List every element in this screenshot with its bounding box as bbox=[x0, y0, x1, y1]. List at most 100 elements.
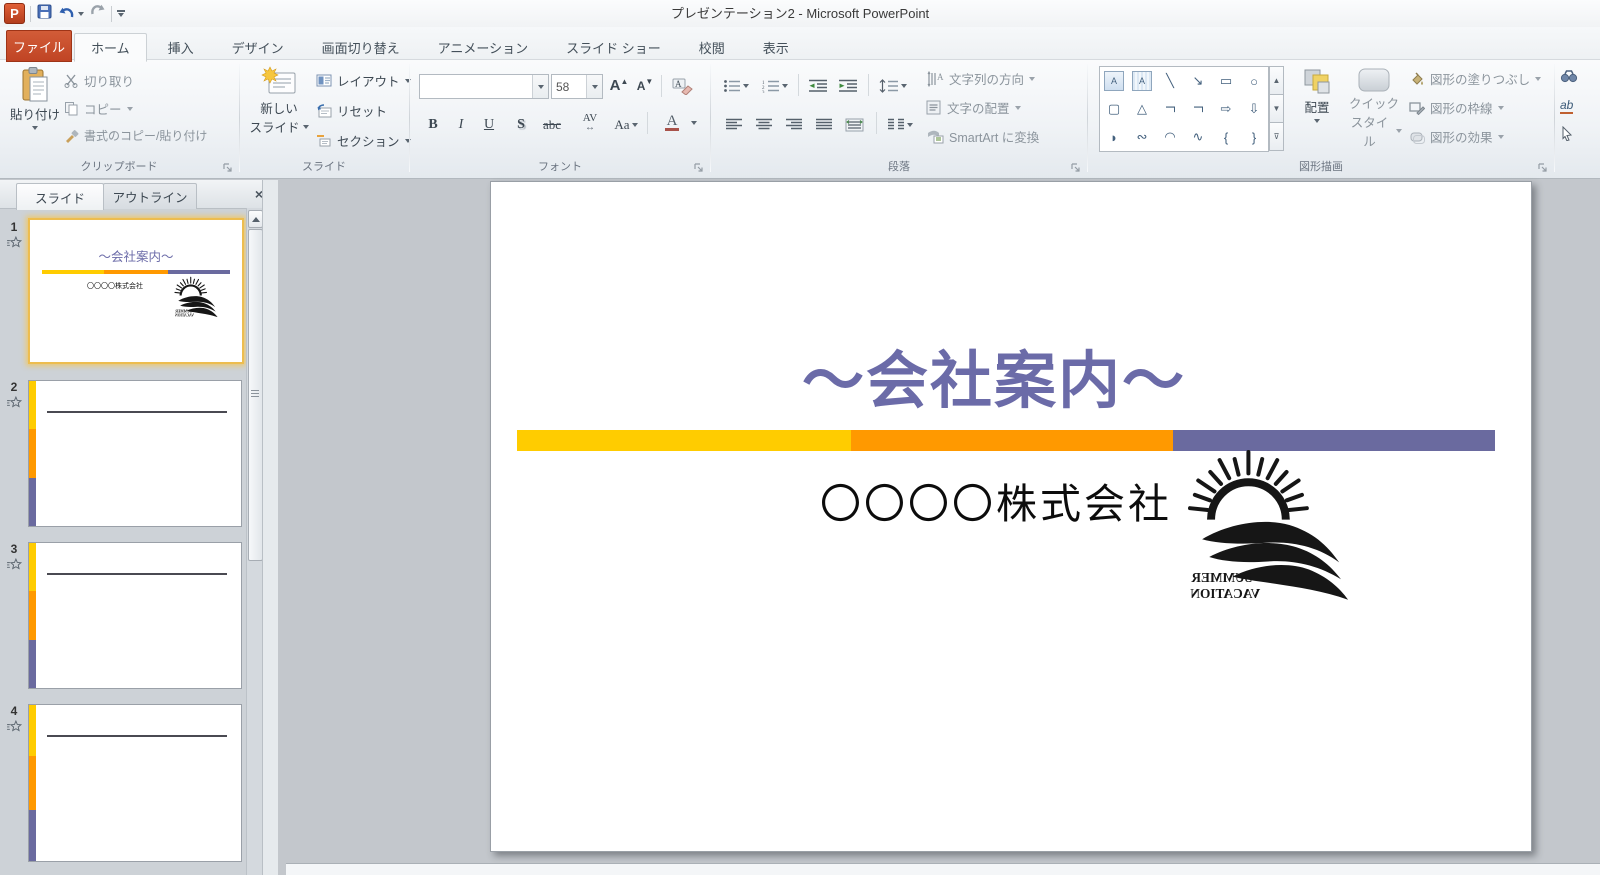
shape-effects-button[interactable]: 図形の効果 bbox=[1409, 127, 1504, 146]
dialog-launcher-icon[interactable] bbox=[1537, 161, 1549, 173]
paste-button[interactable]: 貼り付け bbox=[8, 65, 62, 157]
shape-elbow-connector[interactable]: L bbox=[1156, 95, 1184, 123]
replace-button[interactable]: ab bbox=[1560, 98, 1573, 114]
shape-arrow[interactable]: ↘ bbox=[1184, 67, 1212, 95]
new-slide-button[interactable]: 新しい スライド bbox=[248, 65, 310, 159]
arrange-button[interactable]: 配置 bbox=[1291, 66, 1343, 156]
panel-tab-slides[interactable]: スライド bbox=[16, 183, 104, 210]
copy-button[interactable]: コピー bbox=[64, 99, 133, 118]
shapes-gallery-scrollbar[interactable]: ▲ ▼ ⊽ bbox=[1269, 66, 1284, 150]
convert-smartart-button[interactable]: SmartArt に変換 bbox=[926, 127, 1039, 146]
font-color-button[interactable]: A bbox=[657, 110, 687, 135]
powerpoint-app-icon[interactable]: P bbox=[4, 3, 25, 24]
align-left-button[interactable] bbox=[720, 112, 748, 137]
justify-button[interactable] bbox=[810, 112, 838, 137]
shape-freeform[interactable]: ◗ bbox=[1100, 123, 1128, 151]
svg-text:A: A bbox=[675, 79, 682, 89]
save-icon[interactable] bbox=[36, 3, 53, 25]
dialog-launcher-icon[interactable] bbox=[222, 161, 234, 173]
select-button[interactable] bbox=[1560, 126, 1574, 141]
shape-line[interactable]: ╲ bbox=[1156, 67, 1184, 95]
tab-insert[interactable]: 挿入 bbox=[151, 33, 211, 62]
decrease-indent-button[interactable] bbox=[804, 73, 832, 98]
tab-review[interactable]: 校閲 bbox=[682, 33, 742, 62]
company-logo[interactable] bbox=[1179, 448, 1357, 602]
shape-curve[interactable]: ∿ bbox=[1184, 123, 1212, 151]
scroll-up-icon[interactable] bbox=[248, 210, 263, 228]
format-painter-button[interactable]: 書式のコピー/貼り付け bbox=[64, 127, 207, 144]
bold-button[interactable]: B bbox=[421, 112, 445, 137]
shape-scribble[interactable]: ∾ bbox=[1128, 123, 1156, 151]
tab-design[interactable]: デザイン bbox=[215, 33, 301, 62]
undo-icon[interactable] bbox=[58, 6, 84, 22]
font-size-combobox[interactable]: 58 bbox=[551, 74, 603, 99]
layout-button[interactable]: レイアウト bbox=[316, 71, 411, 90]
shape-elbow-arrow-connector[interactable]: L bbox=[1184, 95, 1212, 123]
change-case-button[interactable]: Aa bbox=[611, 112, 641, 137]
slide-thumbnail-2[interactable] bbox=[28, 380, 242, 527]
notes-pane[interactable] bbox=[286, 863, 1600, 875]
slide-title[interactable]: ～会社案内～ bbox=[491, 330, 1497, 420]
distribute-button[interactable] bbox=[840, 112, 870, 137]
tab-view[interactable]: 表示 bbox=[746, 33, 806, 62]
align-text-button[interactable]: 文字の配置 bbox=[926, 98, 1021, 117]
text-shadow-button[interactable]: S bbox=[509, 112, 533, 137]
tab-file[interactable]: ファイル bbox=[6, 30, 72, 62]
shape-triangle[interactable]: △ bbox=[1128, 95, 1156, 123]
text-direction-button[interactable]: A 文字列の方向 bbox=[926, 69, 1035, 88]
tab-slideshow[interactable]: スライド ショー bbox=[549, 33, 678, 62]
tab-animations[interactable]: アニメーション bbox=[421, 33, 545, 62]
gallery-down-icon[interactable]: ▼ bbox=[1269, 94, 1284, 123]
italic-button[interactable]: I bbox=[449, 112, 473, 137]
align-right-button[interactable] bbox=[780, 112, 808, 137]
shape-down-arrow[interactable]: ⇩ bbox=[1240, 95, 1268, 123]
decrease-indent-icon bbox=[808, 79, 828, 93]
strikethrough-button[interactable]: abc bbox=[537, 112, 567, 137]
tab-transitions[interactable]: 画面切り替え bbox=[305, 33, 417, 62]
line-spacing-button[interactable] bbox=[874, 73, 912, 98]
shape-text-box[interactable]: A bbox=[1104, 71, 1124, 91]
thumbnails-scrollbar[interactable] bbox=[246, 208, 263, 875]
shape-right-arrow[interactable]: ⇨ bbox=[1212, 95, 1240, 123]
shape-right-brace[interactable]: } bbox=[1240, 123, 1268, 151]
slide-thumbnail-1[interactable]: ～会社案内～ 〇〇〇〇株式会社 bbox=[28, 218, 244, 364]
cut-button[interactable]: 切り取り bbox=[64, 71, 134, 90]
chevron-down-icon[interactable] bbox=[78, 12, 84, 16]
customize-qat-icon[interactable] bbox=[117, 10, 125, 17]
increase-indent-button[interactable] bbox=[834, 73, 862, 98]
underline-button[interactable]: U bbox=[477, 112, 501, 137]
numbering-button[interactable]: 123 bbox=[758, 73, 792, 98]
grow-font-button[interactable]: A▲ bbox=[607, 73, 631, 98]
character-spacing-button[interactable]: AV↔ bbox=[573, 110, 607, 135]
columns-button[interactable] bbox=[882, 112, 918, 137]
shapes-gallery[interactable]: A A ╲ ↘ ▭ ○ ▢ △ L L ⇨ ⇩ ◗ ∾ ◠ ∿ { } bbox=[1099, 66, 1269, 152]
shape-oval[interactable]: ○ bbox=[1240, 67, 1268, 95]
panel-tab-outline[interactable]: アウトライン bbox=[103, 183, 197, 209]
slide-canvas[interactable]: ～会社案内～ 〇〇〇〇株式会社 bbox=[490, 181, 1532, 852]
section-button[interactable]: セクション bbox=[316, 131, 411, 150]
slide-thumbnail-3[interactable] bbox=[28, 542, 242, 689]
shape-fill-button[interactable]: 図形の塗りつぶし bbox=[1409, 69, 1541, 88]
shape-outline-button[interactable]: 図形の枠線 bbox=[1409, 98, 1504, 117]
find-button[interactable] bbox=[1560, 69, 1578, 83]
tab-home[interactable]: ホーム bbox=[74, 33, 147, 62]
clear-formatting-button[interactable]: A bbox=[669, 73, 697, 98]
font-name-combobox[interactable] bbox=[419, 74, 549, 99]
shape-rounded-rectangle[interactable]: ▢ bbox=[1100, 95, 1128, 123]
columns-icon bbox=[887, 118, 905, 131]
gallery-up-icon[interactable]: ▲ bbox=[1269, 66, 1284, 95]
scrollbar-thumb[interactable] bbox=[248, 229, 263, 561]
slide-thumbnail-4[interactable] bbox=[28, 704, 242, 862]
bullets-button[interactable] bbox=[720, 73, 752, 98]
dialog-launcher-icon[interactable] bbox=[1070, 161, 1082, 173]
align-center-button[interactable] bbox=[750, 112, 778, 137]
shape-vertical-text-box[interactable]: A bbox=[1132, 71, 1152, 91]
shape-left-brace[interactable]: { bbox=[1212, 123, 1240, 151]
shape-rectangle[interactable]: ▭ bbox=[1212, 67, 1240, 95]
gallery-more-icon[interactable]: ⊽ bbox=[1269, 122, 1284, 151]
dialog-launcher-icon[interactable] bbox=[693, 161, 705, 173]
shape-arc[interactable]: ◠ bbox=[1156, 123, 1184, 151]
quick-styles-button[interactable]: クイック スタイル bbox=[1345, 66, 1403, 156]
reset-button[interactable]: リセット bbox=[316, 101, 387, 120]
shrink-font-button[interactable]: A▼ bbox=[633, 73, 657, 98]
